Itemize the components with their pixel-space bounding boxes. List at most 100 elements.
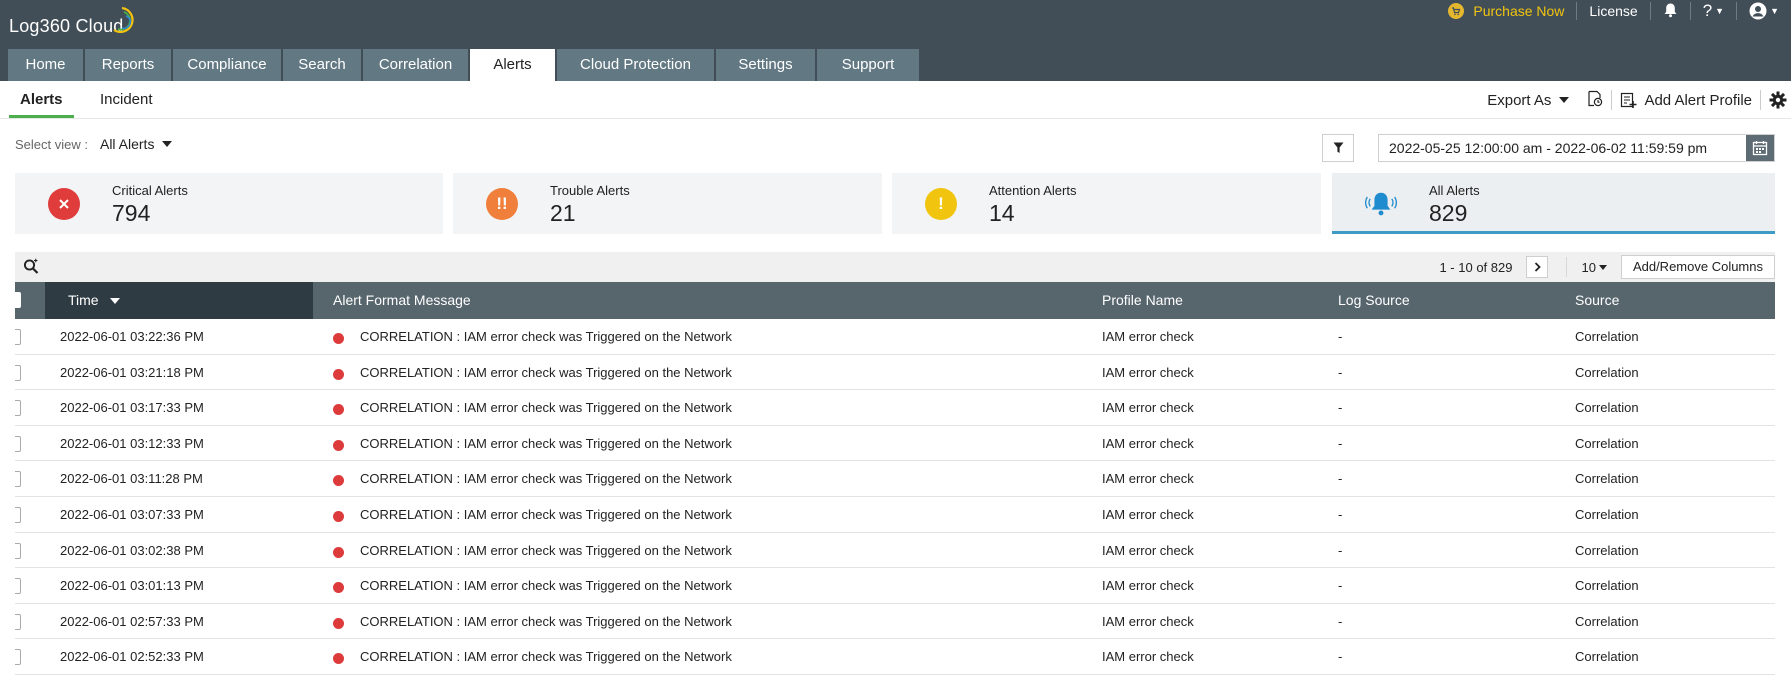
row-log-source: - xyxy=(1338,542,1343,558)
table-row[interactable]: 2022-06-01 02:57:33 PM CORRELATION : IAM… xyxy=(15,604,1775,640)
row-message[interactable]: CORRELATION : IAM error check was Trigge… xyxy=(360,319,732,354)
row-log-source: - xyxy=(1338,435,1343,451)
add-alert-profile-button[interactable]: Add Alert Profile xyxy=(1620,92,1752,109)
table-row[interactable]: 2022-06-01 03:22:36 PM CORRELATION : IAM… xyxy=(15,319,1775,355)
page-size-value: 10 xyxy=(1581,259,1596,275)
search-icon[interactable] xyxy=(23,258,40,280)
trouble-alerts-card[interactable]: !! Trouble Alerts 21 xyxy=(453,173,882,234)
row-message[interactable]: CORRELATION : IAM error check was Trigge… xyxy=(360,639,732,674)
row-checkbox[interactable] xyxy=(15,400,21,417)
export-as-menu[interactable]: Export As xyxy=(1487,91,1570,109)
add-profile-icon xyxy=(1621,92,1637,108)
tab-support[interactable]: Support xyxy=(817,49,919,81)
row-message[interactable]: CORRELATION : IAM error check was Trigge… xyxy=(360,568,732,603)
tab-home[interactable]: Home xyxy=(8,49,83,81)
add-remove-columns-button[interactable]: Add/Remove Columns xyxy=(1620,255,1775,279)
filter-button[interactable] xyxy=(1322,134,1354,162)
purchase-now-link[interactable]: Purchase Now xyxy=(1473,3,1564,19)
row-log-source: - xyxy=(1338,329,1343,344)
row-checkbox[interactable] xyxy=(15,649,21,666)
date-range-picker[interactable]: 2022-05-25 12:00:00 am - 2022-06-02 11:5… xyxy=(1378,134,1775,162)
table-row[interactable]: 2022-06-01 03:01:13 PM CORRELATION : IAM… xyxy=(15,568,1775,604)
tab-reports[interactable]: Reports xyxy=(85,49,171,81)
column-header-time[interactable]: Time xyxy=(45,282,313,319)
bell-icon xyxy=(1365,188,1397,220)
license-link[interactable]: License xyxy=(1589,3,1637,19)
tab-search[interactable]: Search xyxy=(283,49,361,81)
tab-settings[interactable]: Settings xyxy=(716,49,815,81)
row-time: 2022-06-01 02:52:33 PM xyxy=(60,649,204,665)
table-row[interactable]: 2022-06-01 03:07:33 PM CORRELATION : IAM… xyxy=(15,497,1775,533)
row-checkbox[interactable] xyxy=(15,364,21,381)
column-header-source[interactable]: Source xyxy=(1575,282,1619,319)
table-row[interactable]: 2022-06-01 03:21:18 PM CORRELATION : IAM… xyxy=(15,355,1775,391)
export-as-label: Export As xyxy=(1487,91,1552,109)
row-message[interactable]: CORRELATION : IAM error check was Trigge… xyxy=(360,426,732,461)
notification-bell-icon[interactable] xyxy=(1663,2,1678,21)
row-log-source: - xyxy=(1338,471,1343,487)
main-nav: Home Reports Compliance Search Correlati… xyxy=(8,49,921,81)
critical-severity-icon xyxy=(333,439,344,451)
gear-icon[interactable] xyxy=(1769,91,1787,109)
critical-alerts-label: Critical Alerts xyxy=(112,183,188,198)
tab-compliance[interactable]: Compliance xyxy=(173,49,281,81)
tab-cloud-protection[interactable]: Cloud Protection xyxy=(557,49,714,81)
column-header-message[interactable]: Alert Format Message xyxy=(333,282,471,319)
critical-alerts-card[interactable]: Critical Alerts 794 xyxy=(15,173,443,234)
row-checkbox[interactable] xyxy=(15,329,21,345)
view-dropdown[interactable]: All Alerts xyxy=(99,136,173,152)
sub-actions: Export As Add Alert Profile xyxy=(1487,81,1787,119)
table-row[interactable]: 2022-06-01 03:11:28 PM CORRELATION : IAM… xyxy=(15,461,1775,497)
table-row[interactable]: 2022-06-01 03:12:33 PM CORRELATION : IAM… xyxy=(15,426,1775,462)
row-message[interactable]: CORRELATION : IAM error check was Trigge… xyxy=(360,497,732,532)
tab-correlation[interactable]: Correlation xyxy=(363,49,468,81)
column-header-profile[interactable]: Profile Name xyxy=(1102,282,1183,319)
row-profile-name: IAM error check xyxy=(1102,649,1194,665)
exclamation-icon: ! xyxy=(925,188,957,220)
row-checkbox[interactable] xyxy=(15,542,21,559)
row-checkbox[interactable] xyxy=(15,578,21,595)
divider xyxy=(1760,90,1761,110)
row-time: 2022-06-01 03:01:13 PM xyxy=(60,578,204,594)
row-message[interactable]: CORRELATION : IAM error check was Trigge… xyxy=(360,533,732,568)
select-view-label: Select view : xyxy=(15,136,88,152)
row-profile-name: IAM error check xyxy=(1102,471,1194,487)
row-message[interactable]: CORRELATION : IAM error check was Trigge… xyxy=(360,390,732,425)
help-icon: ? xyxy=(1702,1,1713,20)
calendar-button[interactable] xyxy=(1746,135,1774,161)
attention-alerts-card[interactable]: ! Attention Alerts 14 xyxy=(892,173,1321,234)
row-time: 2022-06-01 02:57:33 PM xyxy=(60,613,204,629)
row-message[interactable]: CORRELATION : IAM error check was Trigge… xyxy=(360,355,732,390)
table-row[interactable]: 2022-06-01 03:17:33 PM CORRELATION : IAM… xyxy=(15,390,1775,426)
page-size-dropdown[interactable]: 10 xyxy=(1566,257,1607,277)
help-menu[interactable]: ? ▼ xyxy=(1703,1,1724,21)
row-checkbox[interactable] xyxy=(15,471,21,488)
schedule-report-icon[interactable] xyxy=(1587,90,1603,111)
table-row[interactable]: 2022-06-01 03:02:38 PM CORRELATION : IAM… xyxy=(15,533,1775,569)
row-message[interactable]: CORRELATION : IAM error check was Trigge… xyxy=(360,604,732,639)
view-selector: Select view : All Alerts xyxy=(15,136,173,152)
view-dropdown-value: All Alerts xyxy=(99,136,155,152)
row-message[interactable]: CORRELATION : IAM error check was Trigge… xyxy=(360,461,732,496)
subtab-alerts[interactable]: Alerts xyxy=(9,81,74,118)
critical-severity-icon xyxy=(333,582,344,594)
tab-alerts[interactable]: Alerts xyxy=(470,49,555,81)
divider xyxy=(1611,90,1613,110)
row-time: 2022-06-01 03:11:28 PM xyxy=(60,471,203,487)
row-checkbox[interactable] xyxy=(15,507,21,523)
user-avatar-icon xyxy=(1749,2,1767,20)
table-row[interactable]: 2022-06-01 02:52:33 PM CORRELATION : IAM… xyxy=(15,639,1775,675)
subtab-incident[interactable]: Incident xyxy=(100,81,153,118)
column-header-log-source[interactable]: Log Source xyxy=(1338,282,1410,319)
next-page-button[interactable] xyxy=(1526,256,1549,278)
all-alerts-card[interactable]: All Alerts 829 xyxy=(1332,173,1775,234)
user-menu[interactable]: ▼ xyxy=(1749,2,1779,20)
trouble-alerts-label: Trouble Alerts xyxy=(550,183,630,198)
critical-severity-icon xyxy=(333,653,344,665)
cart-icon[interactable] xyxy=(1448,3,1465,19)
row-checkbox[interactable] xyxy=(15,435,21,452)
select-all-checkbox[interactable] xyxy=(15,292,21,308)
row-profile-name: IAM error check xyxy=(1102,364,1194,380)
row-checkbox[interactable] xyxy=(15,613,21,630)
attention-alerts-count: 14 xyxy=(989,200,1015,226)
